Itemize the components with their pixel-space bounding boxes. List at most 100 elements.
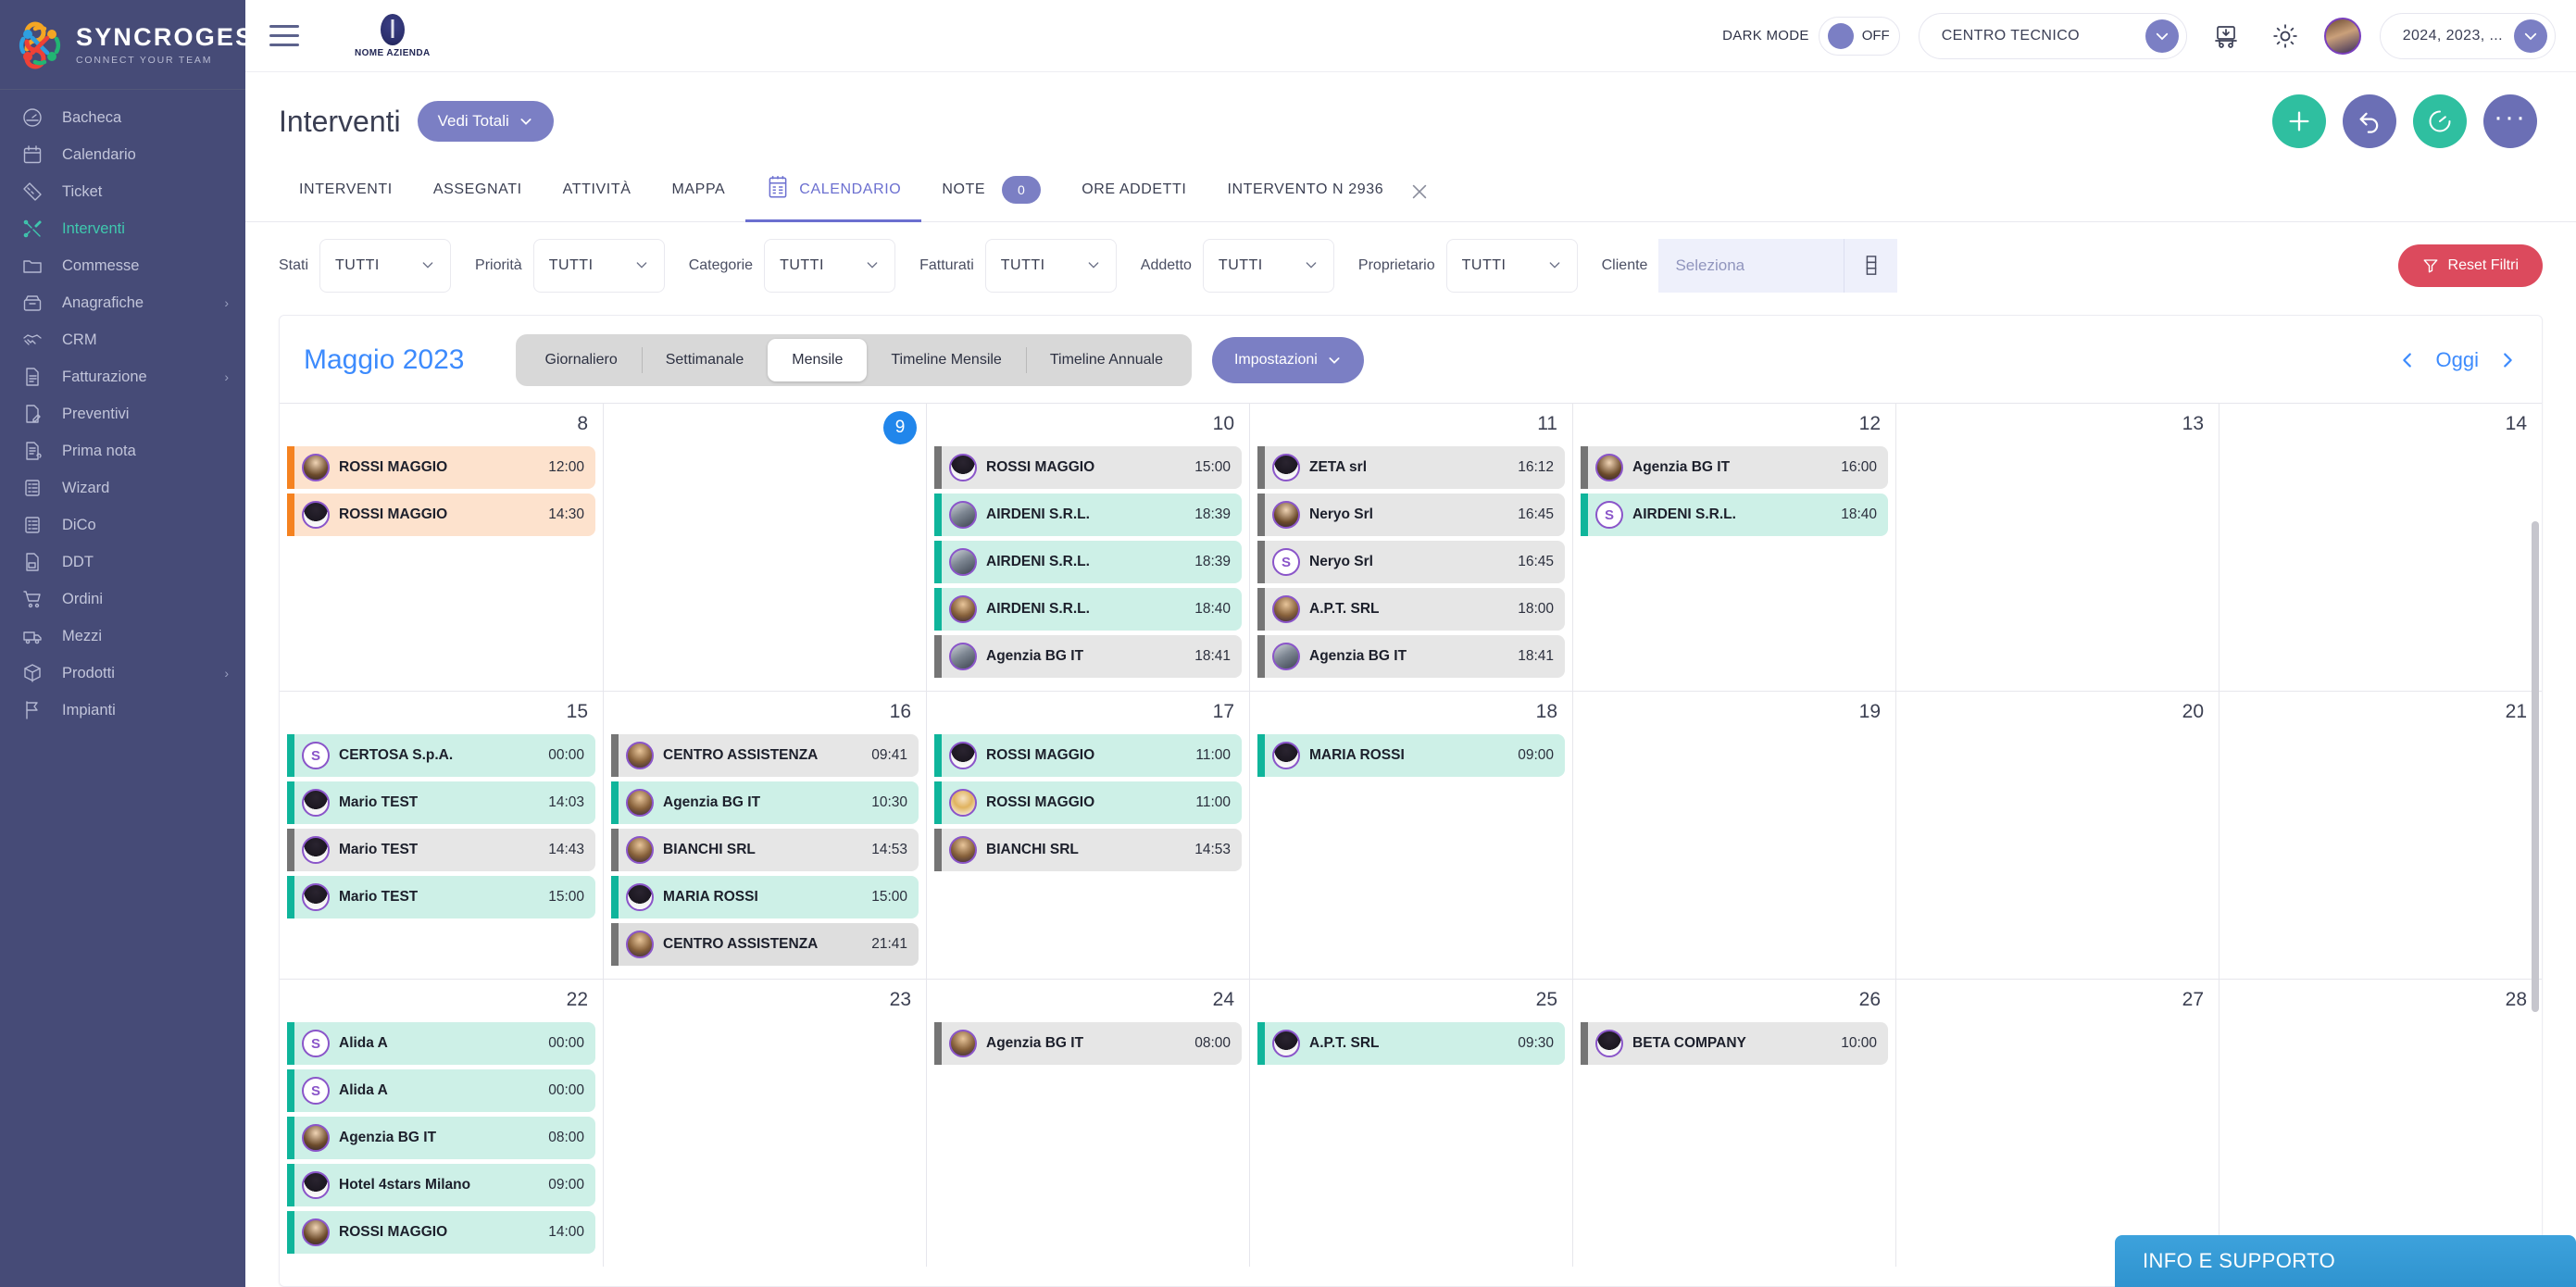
scrollbar-thumb[interactable]: [2532, 521, 2539, 1012]
calendar-event[interactable]: BIANCHI SRL 14:53: [934, 829, 1242, 871]
calendar-event[interactable]: BIANCHI SRL 14:53: [611, 829, 919, 871]
calendar-event[interactable]: S AIRDENI S.R.L. 18:40: [1581, 494, 1888, 536]
tab-ore-addetti[interactable]: ORE ADDETTI: [1061, 169, 1207, 216]
calendar-event[interactable]: Agenzia BG IT 16:00: [1581, 446, 1888, 489]
dark-mode-control[interactable]: DARK MODE OFF: [1722, 16, 1900, 56]
sidebar-item-impianti[interactable]: Impianti: [0, 692, 245, 729]
add-button[interactable]: [2272, 94, 2326, 148]
calendar-event[interactable]: S Alida A 00:00: [287, 1022, 595, 1065]
filter-select[interactable]: TUTTI: [1445, 239, 1578, 293]
calendar-event[interactable]: CENTRO ASSISTENZA 09:41: [611, 734, 919, 777]
close-icon[interactable]: [1404, 176, 1435, 207]
dark-mode-toggle[interactable]: OFF: [1818, 16, 1900, 56]
calendar-day-cell[interactable]: 25 A.P.T. SRL 09:30: [1249, 980, 1572, 1267]
sidebar-item-preventivi[interactable]: Preventivi: [0, 395, 245, 432]
calendar-day-cell[interactable]: 23: [603, 980, 926, 1267]
calendar-event[interactable]: S Alida A 00:00: [287, 1069, 595, 1112]
calendar-event[interactable]: Neryo Srl 16:45: [1257, 494, 1565, 536]
reset-filters-button[interactable]: Reset Filtri: [2397, 244, 2543, 287]
client-input[interactable]: [1658, 239, 1844, 293]
calendar-scrollbar[interactable]: [2532, 410, 2539, 1279]
warehouse-icon[interactable]: [2206, 16, 2246, 56]
calendar-event[interactable]: BETA COMPANY 10:00: [1581, 1022, 1888, 1065]
calendar-day-cell[interactable]: 19: [1572, 692, 1895, 979]
calendar-day-cell[interactable]: 24 Agenzia BG IT 08:00: [926, 980, 1249, 1267]
calendar-day-cell[interactable]: 11 ZETA srl 16:12 Neryo Srl 16:45 S Neryo Srl 1…: [1249, 404, 1572, 691]
sidebar-item-crm[interactable]: CRM: [0, 321, 245, 358]
calendar-event[interactable]: Agenzia BG IT 18:41: [934, 635, 1242, 678]
gear-icon[interactable]: [2265, 16, 2306, 56]
calendar-view-settimanale[interactable]: Settimanale: [641, 339, 769, 381]
calendar-day-cell[interactable]: 15 S CERTOSA S.p.A. 00:00 Mario TEST 14:03 Mar…: [280, 692, 603, 979]
undo-button[interactable]: [2343, 94, 2396, 148]
calendar-event[interactable]: Mario TEST 14:03: [287, 781, 595, 824]
calendar-day-cell[interactable]: 21: [2219, 692, 2542, 979]
calendar-event[interactable]: AIRDENI S.R.L. 18:40: [934, 588, 1242, 631]
calendar-day-cell[interactable]: 22 S Alida A 00:00 S Alida A 00:00 Agenzia BG I…: [280, 980, 603, 1267]
calendar-event[interactable]: ROSSI MAGGIO 12:00: [287, 446, 595, 489]
calendar-event[interactable]: Agenzia BG IT 08:00: [934, 1022, 1242, 1065]
sidebar-item-prima-nota[interactable]: Prima nota: [0, 432, 245, 469]
more-button[interactable]: ···: [2483, 94, 2537, 148]
calendar-event[interactable]: S Neryo Srl 16:45: [1257, 541, 1565, 583]
tab-interventi[interactable]: INTERVENTI: [279, 169, 413, 216]
sidebar-item-dico[interactable]: DiCo: [0, 506, 245, 544]
tab-assegnati[interactable]: ASSEGNATI: [413, 169, 543, 216]
sidebar-item-ordini[interactable]: Ordini: [0, 581, 245, 618]
center-select[interactable]: CENTRO TECNICO: [1918, 12, 2187, 59]
sidebar-item-interventi[interactable]: Interventi: [0, 210, 245, 247]
tab-calendario[interactable]: CALENDARIO: [745, 161, 922, 222]
calendar-day-cell[interactable]: 14: [2219, 404, 2542, 691]
tab-note[interactable]: NOTE 0: [921, 163, 1061, 221]
calendar-day-cell[interactable]: 17 ROSSI MAGGIO 11:00 ROSSI MAGGIO 11:00 BIAN…: [926, 692, 1249, 979]
filter-select[interactable]: TUTTI: [532, 239, 665, 293]
timer-button[interactable]: [2413, 94, 2467, 148]
sidebar-item-mezzi[interactable]: Mezzi: [0, 618, 245, 655]
calendar-day-cell[interactable]: 12 Agenzia BG IT 16:00 S AIRDENI S.R.L. 18:40: [1572, 404, 1895, 691]
calendar-event[interactable]: MARIA ROSSI 15:00: [611, 876, 919, 918]
calendar-event[interactable]: Hotel 4stars Milano 09:00: [287, 1164, 595, 1206]
calendar-view-giornaliero[interactable]: Giornaliero: [520, 339, 641, 381]
hamburger-icon[interactable]: [269, 22, 306, 50]
calendar-event[interactable]: Agenzia BG IT 10:30: [611, 781, 919, 824]
filter-select[interactable]: TUTTI: [319, 239, 452, 293]
next-month-icon[interactable]: [2497, 350, 2518, 370]
calendar-view-timeline-annuale[interactable]: Timeline Annuale: [1025, 339, 1187, 381]
filter-select[interactable]: TUTTI: [1202, 239, 1334, 293]
calendar-event[interactable]: A.P.T. SRL 09:30: [1257, 1022, 1565, 1065]
calendar-event[interactable]: ROSSI MAGGIO 11:00: [934, 734, 1242, 777]
calendar-settings-button[interactable]: Impostazioni: [1211, 337, 1364, 383]
sidebar-item-ticket[interactable]: Ticket: [0, 173, 245, 210]
sidebar-item-wizard[interactable]: Wizard: [0, 469, 245, 506]
sidebar-item-calendario[interactable]: Calendario: [0, 136, 245, 173]
user-avatar[interactable]: [2323, 17, 2361, 55]
years-select[interactable]: 2024, 2023, ...: [2379, 12, 2556, 59]
calendar-event[interactable]: ROSSI MAGGIO 14:30: [287, 494, 595, 536]
calendar-event[interactable]: AIRDENI S.R.L. 18:39: [934, 494, 1242, 536]
calendar-day-cell[interactable]: 28: [2219, 980, 2542, 1267]
calendar-event[interactable]: MARIA ROSSI 09:00: [1257, 734, 1565, 777]
sidebar-item-fatturazione[interactable]: Fatturazione ›: [0, 358, 245, 395]
client-list-icon[interactable]: [1844, 239, 1898, 293]
calendar-day-cell[interactable]: 13: [1895, 404, 2219, 691]
tab-intervento-n-2936[interactable]: INTERVENTO N 2936: [1207, 169, 1404, 216]
sidebar-item-commesse[interactable]: Commesse: [0, 247, 245, 284]
calendar-day-cell[interactable]: 9: [603, 404, 926, 691]
calendar-event[interactable]: Agenzia BG IT 18:41: [1257, 635, 1565, 678]
calendar-event[interactable]: ZETA srl 16:12: [1257, 446, 1565, 489]
calendar-event[interactable]: ROSSI MAGGIO 15:00: [934, 446, 1242, 489]
calendar-event[interactable]: Mario TEST 15:00: [287, 876, 595, 918]
filter-select[interactable]: TUTTI: [764, 239, 896, 293]
sidebar-item-prodotti[interactable]: Prodotti ›: [0, 655, 245, 692]
info-support-bar[interactable]: INFO E SUPPORTO: [2115, 1235, 2576, 1287]
prev-month-icon[interactable]: [2397, 350, 2418, 370]
tab-attivit[interactable]: ATTIVITÀ: [543, 169, 652, 216]
calendar-event[interactable]: A.P.T. SRL 18:00: [1257, 588, 1565, 631]
calendar-event[interactable]: CENTRO ASSISTENZA 21:41: [611, 923, 919, 966]
view-totals-button[interactable]: Vedi Totali: [417, 101, 554, 142]
calendar-view-mensile[interactable]: Mensile: [768, 339, 868, 381]
today-button[interactable]: Oggi: [2436, 348, 2479, 372]
sidebar-item-bacheca[interactable]: Bacheca: [0, 99, 245, 136]
sidebar-item-ddt[interactable]: DDT: [0, 544, 245, 581]
calendar-event[interactable]: Mario TEST 14:43: [287, 829, 595, 871]
